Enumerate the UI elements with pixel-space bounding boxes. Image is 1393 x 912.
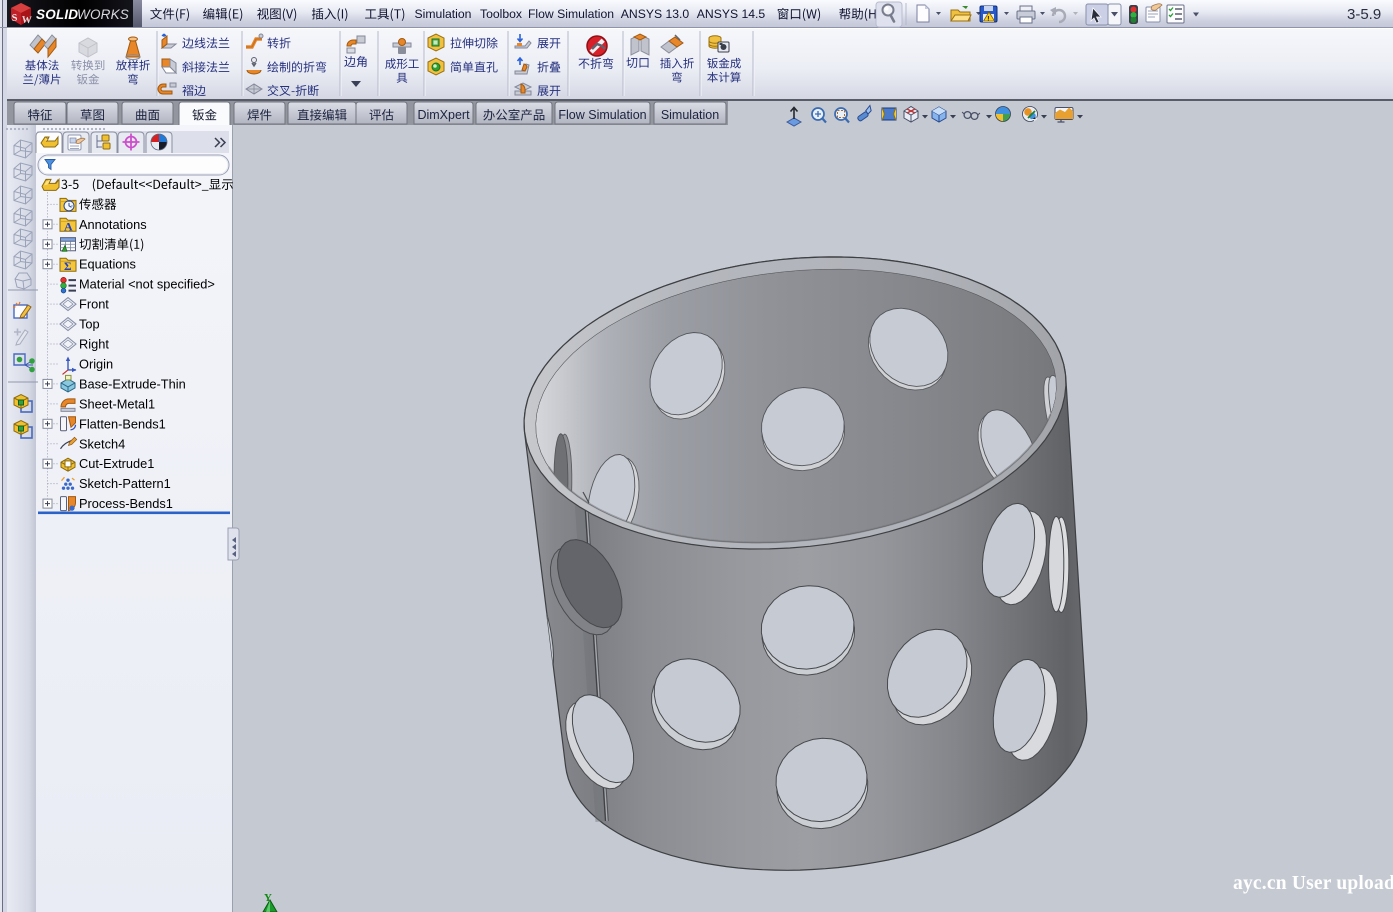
svg-text:Simulation: Simulation bbox=[661, 108, 719, 122]
svg-text:ANSYS 13.0: ANSYS 13.0 bbox=[621, 7, 690, 21]
svg-text:Sheet-Metal1: Sheet-Metal1 bbox=[79, 396, 155, 411]
svg-text:A: A bbox=[64, 219, 73, 233]
svg-text:Flow Simulation: Flow Simulation bbox=[558, 108, 646, 122]
svg-text:SOLID: SOLID bbox=[36, 7, 78, 22]
svg-text:!: ! bbox=[987, 16, 989, 23]
svg-text:Equations: Equations bbox=[79, 257, 136, 272]
svg-text:Sketch-Pattern1: Sketch-Pattern1 bbox=[79, 476, 171, 491]
svg-text:Top: Top bbox=[79, 317, 100, 332]
svg-text:3-5.9: 3-5.9 bbox=[1347, 6, 1381, 23]
svg-text:Flow Simulation: Flow Simulation bbox=[528, 7, 614, 21]
svg-text:Base-Extrude-Thin: Base-Extrude-Thin bbox=[79, 376, 186, 391]
svg-text:Process-Bends1: Process-Bends1 bbox=[79, 496, 173, 511]
svg-text:Front: Front bbox=[79, 297, 109, 312]
svg-text:Σ: Σ bbox=[64, 261, 72, 273]
svg-text:DimXpert: DimXpert bbox=[417, 108, 470, 122]
svg-text:Origin: Origin bbox=[79, 356, 113, 371]
svg-text:WORKS: WORKS bbox=[77, 7, 129, 22]
svg-text:Cut-Extrude1: Cut-Extrude1 bbox=[79, 456, 154, 471]
svg-text:W: W bbox=[21, 15, 32, 27]
svg-text:Right: Right bbox=[79, 337, 109, 352]
svg-text:Simulation: Simulation bbox=[415, 7, 472, 21]
svg-text:Sketch4: Sketch4 bbox=[79, 436, 125, 451]
svg-text:Material <not specified>: Material <not specified> bbox=[79, 277, 215, 292]
svg-text:ANSYS 14.5: ANSYS 14.5 bbox=[697, 7, 766, 21]
svg-text:Toolbox: Toolbox bbox=[480, 7, 522, 21]
svg-text:Flatten-Bends1: Flatten-Bends1 bbox=[79, 416, 166, 431]
svg-text:Annotations: Annotations bbox=[79, 217, 147, 232]
